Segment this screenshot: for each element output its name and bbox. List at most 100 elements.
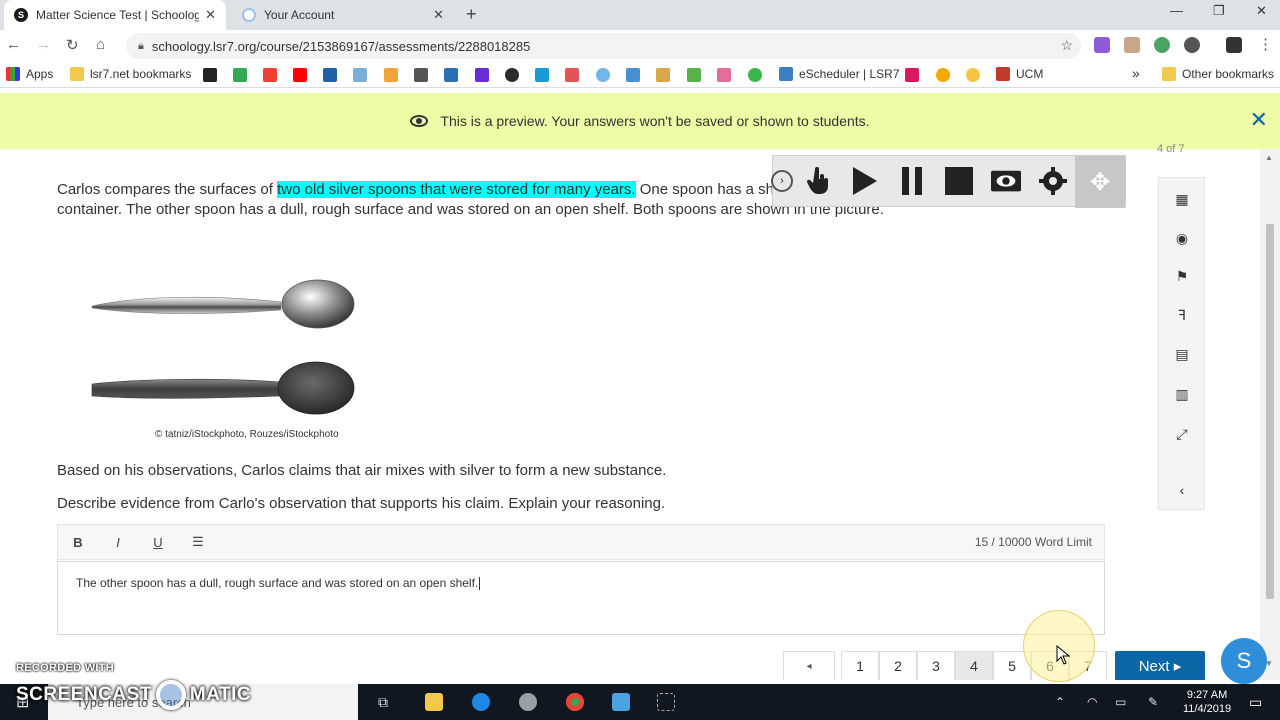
flag-icon[interactable]: ⚑: [1173, 267, 1191, 285]
collapse-tools-chevron-icon[interactable]: ‹: [1173, 481, 1191, 499]
drive-icon[interactable]: [233, 68, 247, 82]
tab-your-account[interactable]: Your Account ✕: [232, 0, 454, 30]
profile-icon[interactable]: [1226, 37, 1242, 53]
more-bookmarks-icon[interactable]: »: [1132, 65, 1140, 81]
battery-icon[interactable]: ▭: [1115, 695, 1126, 709]
bookmark-icon[interactable]: [626, 68, 640, 82]
screen-mask-icon[interactable]: [991, 166, 1021, 196]
bullet-list-icon[interactable]: ☰: [178, 534, 218, 550]
bookmark-icon[interactable]: [936, 68, 950, 82]
move-toolbar-icon[interactable]: ✥: [1075, 156, 1125, 208]
home-icon[interactable]: ⌂: [96, 36, 105, 53]
app-icon[interactable]: [612, 693, 630, 711]
gmail-icon[interactable]: [263, 68, 277, 82]
stop-icon[interactable]: [944, 166, 974, 196]
new-tab-plus-icon[interactable]: +: [466, 4, 477, 25]
extension-icon[interactable]: [1124, 37, 1140, 53]
task-view-icon[interactable]: ⧉: [378, 694, 388, 711]
page-4-button[interactable]: 4: [955, 651, 993, 680]
youtube-icon[interactable]: [293, 68, 307, 82]
underline-button[interactable]: U: [138, 535, 178, 550]
bookmark-icon[interactable]: [966, 68, 980, 82]
bookmark-icon[interactable]: [203, 68, 217, 82]
wifi-icon[interactable]: ◠: [1087, 695, 1097, 709]
answer-textarea[interactable]: The other spoon has a dull, rough surfac…: [57, 561, 1105, 635]
extension-icon[interactable]: [1154, 37, 1170, 53]
extension-icon[interactable]: [1094, 37, 1110, 53]
vertical-scrollbar[interactable]: ▲ ▼: [1260, 149, 1280, 680]
bookmark-icon[interactable]: [905, 68, 919, 82]
bookmark-icon[interactable]: [384, 68, 398, 82]
edge-icon[interactable]: [472, 693, 490, 711]
reload-icon[interactable]: ↻: [66, 36, 79, 54]
previous-question-button[interactable]: ◂: [783, 651, 835, 680]
fullscreen-icon[interactable]: ⤢: [1173, 425, 1191, 443]
system-clock[interactable]: 9:27 AM 11/4/2019: [1183, 688, 1231, 716]
apps-grid-icon: [6, 67, 20, 81]
forward-arrow-icon[interactable]: →: [36, 36, 51, 53]
next-button[interactable]: Next ▸: [1115, 651, 1205, 680]
calculator-icon[interactable]: ▤: [1173, 345, 1191, 363]
bookmark-icon[interactable]: [748, 68, 762, 82]
bookmark-icon[interactable]: [444, 68, 458, 82]
app-icon[interactable]: [519, 693, 537, 711]
bookmark-icon[interactable]: [565, 68, 579, 82]
bookmark-icon[interactable]: [596, 68, 610, 82]
extension-icon[interactable]: [1184, 37, 1200, 53]
play-icon[interactable]: [849, 166, 879, 196]
bookmark-icon[interactable]: [323, 68, 337, 82]
bookmark-ucm[interactable]: UCM: [996, 67, 1043, 81]
browser-tab-bar: S Matter Science Test | Schoology ✕ Your…: [0, 0, 1280, 30]
page-1-button[interactable]: 1: [841, 651, 879, 680]
window-close-icon[interactable]: ✕: [1256, 3, 1267, 19]
page-3-button[interactable]: 3: [917, 651, 955, 680]
bookmark-icon[interactable]: [414, 68, 428, 82]
snipping-tool-icon[interactable]: [657, 693, 675, 711]
bookmark-icon[interactable]: [656, 68, 670, 82]
editor-toolbar: B I U ☰ 15 / 10000 Word Limit: [57, 524, 1105, 560]
chrome-icon[interactable]: [566, 693, 584, 711]
tray-chevron-icon[interactable]: ⌃: [1055, 695, 1065, 709]
pen-icon[interactable]: ✎: [1148, 695, 1158, 709]
back-arrow-icon[interactable]: ←: [6, 36, 21, 53]
url-text: schoology.lsr7.org/course/2153869167/ass…: [151, 38, 531, 54]
help-chat-button[interactable]: S: [1221, 638, 1267, 684]
bookmark-icon[interactable]: [475, 68, 489, 82]
accessibility-icon[interactable]: ◉: [1173, 229, 1191, 247]
tab-close-icon[interactable]: ✕: [433, 7, 444, 23]
italic-button[interactable]: I: [98, 535, 138, 550]
eliminate-choice-icon[interactable]: ꟻ: [1173, 306, 1191, 324]
bookmark-other[interactable]: Other bookmarks: [1162, 67, 1274, 81]
click-to-speak-hand-icon[interactable]: [803, 166, 833, 196]
tab-close-icon[interactable]: ✕: [205, 7, 216, 23]
menu-kebab-icon[interactable]: ⋮: [1258, 35, 1273, 53]
settings-gear-icon[interactable]: [1038, 166, 1068, 196]
file-explorer-icon[interactable]: [425, 693, 443, 711]
scrollbar-thumb[interactable]: [1266, 224, 1274, 599]
bookmark-icon[interactable]: [535, 68, 549, 82]
page-2-button[interactable]: 2: [879, 651, 917, 680]
bookmark-escheduler[interactable]: eScheduler | LSR7: [779, 67, 900, 81]
tab-schoology[interactable]: S Matter Science Test | Schoology ✕: [4, 0, 226, 30]
bookmark-icon[interactable]: [717, 68, 731, 82]
notepad-icon[interactable]: ▥: [1173, 385, 1191, 403]
text-caret: [479, 577, 481, 591]
escheduler-icon: [779, 67, 793, 81]
bookmark-icon[interactable]: [353, 68, 367, 82]
bold-button[interactable]: B: [58, 535, 98, 550]
banner-close-icon[interactable]: ✕: [1250, 109, 1268, 131]
bookmark-icon[interactable]: [687, 68, 701, 82]
pause-icon[interactable]: [897, 166, 927, 196]
collapse-toolbar-icon[interactable]: ›: [771, 170, 793, 192]
notifications-icon[interactable]: ▭: [1249, 694, 1262, 711]
bookmark-icon[interactable]: [505, 68, 519, 82]
address-bar[interactable]: 🔒︎ schoology.lsr7.org/course/2153869167/…: [126, 33, 1081, 59]
bookmark-apps[interactable]: Apps: [6, 67, 53, 81]
bookmark-star-icon[interactable]: ☆: [1060, 37, 1073, 54]
scroll-up-icon[interactable]: ▲: [1265, 153, 1273, 162]
bookmark-lsr7[interactable]: lsr7.net bookmarks: [70, 67, 191, 81]
minimize-icon[interactable]: —: [1170, 3, 1183, 18]
calendar-icon[interactable]: ▦: [1173, 190, 1191, 208]
restore-icon[interactable]: ❐: [1213, 3, 1225, 19]
preview-banner: This is a preview. Your answers won't be…: [0, 93, 1280, 149]
